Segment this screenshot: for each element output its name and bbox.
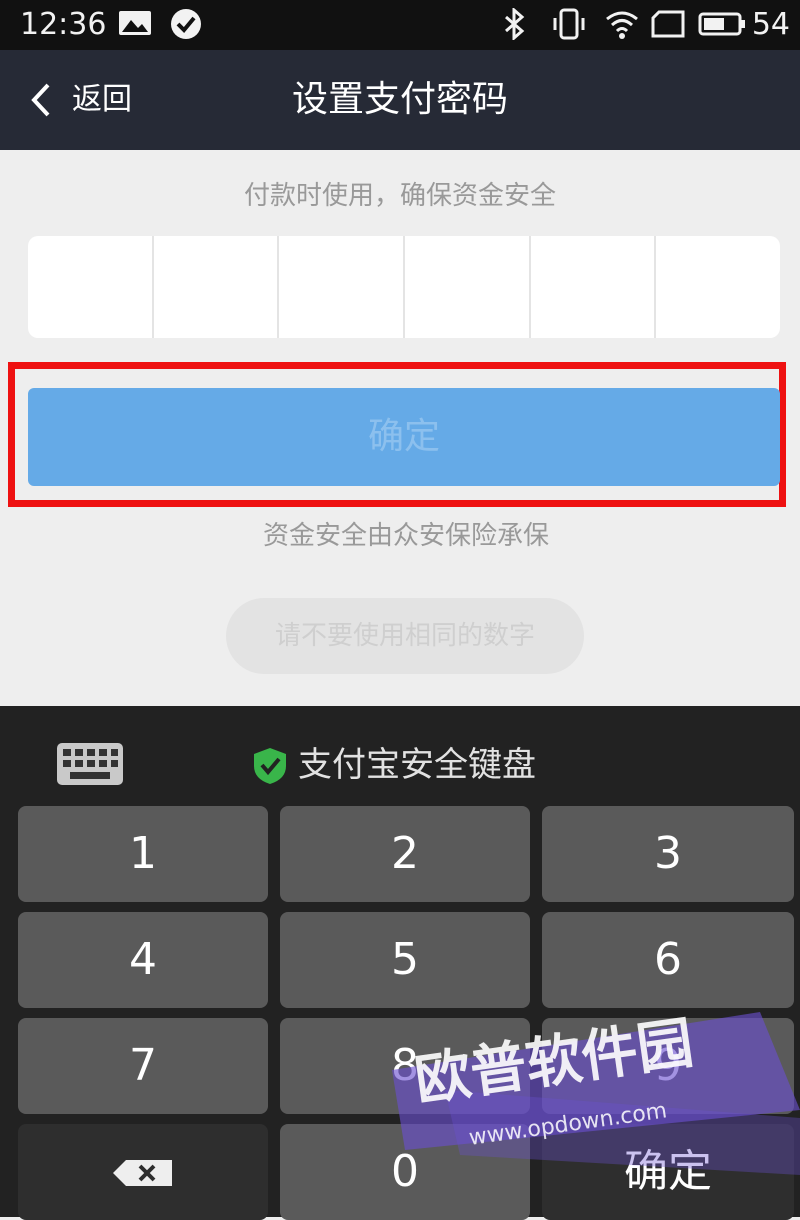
backspace-key[interactable] [18,1124,268,1220]
key-1[interactable]: 1 [18,806,268,902]
password-digit-cell[interactable] [154,236,280,338]
battery-icon [698,12,745,36]
key-3[interactable]: 3 [542,806,794,902]
nav-bar: 返回 设置支付密码 [0,50,800,150]
chevron-left-icon [31,83,50,117]
battery-level: 54 [751,7,790,42]
key-5[interactable]: 5 [280,912,530,1008]
insurance-note: 资金安全由众安保险承保 [262,521,549,551]
password-input[interactable] [28,236,780,338]
key-4[interactable]: 4 [18,912,268,1008]
shield-check-icon [254,748,286,784]
keyboard-confirm-key[interactable]: 确定 [542,1124,794,1220]
image-icon [119,11,151,35]
check-circle-icon [171,9,201,39]
toast-message: 请不要使用相同的数字 [226,598,584,674]
backspace-icon [113,1160,172,1186]
key-2[interactable]: 2 [280,806,530,902]
keyboard-icon[interactable] [56,742,124,786]
password-digit-cell[interactable] [279,236,406,338]
password-hint: 付款时使用，确保资金安全 [243,181,556,211]
wifi-icon [606,11,638,39]
key-0[interactable]: 0 [280,1124,530,1220]
secure-keyboard: 支付宝安全键盘 1 2 3 4 5 6 7 8 9 0 确定 [0,706,800,1220]
password-digit-cell[interactable] [28,236,154,338]
password-digit-cell[interactable] [656,236,780,338]
vibrate-icon [553,8,585,40]
keyboard-title-label: 支付宝安全键盘 [298,745,536,785]
status-time: 12:36 [20,7,107,42]
back-label: 返回 [72,82,132,117]
password-digit-cell[interactable] [405,236,531,338]
status-bar: 12:36 54 [0,0,800,50]
key-6[interactable]: 6 [542,912,794,1008]
back-button[interactable]: 返回 [30,78,150,122]
key-8[interactable]: 8 [280,1018,530,1114]
confirm-button[interactable]: 确定 [28,388,780,486]
key-7[interactable]: 7 [18,1018,268,1114]
key-9[interactable]: 9 [542,1018,794,1114]
password-digit-cell[interactable] [531,236,657,338]
no-sim-icon [651,10,685,38]
bluetooth-icon [505,8,525,40]
